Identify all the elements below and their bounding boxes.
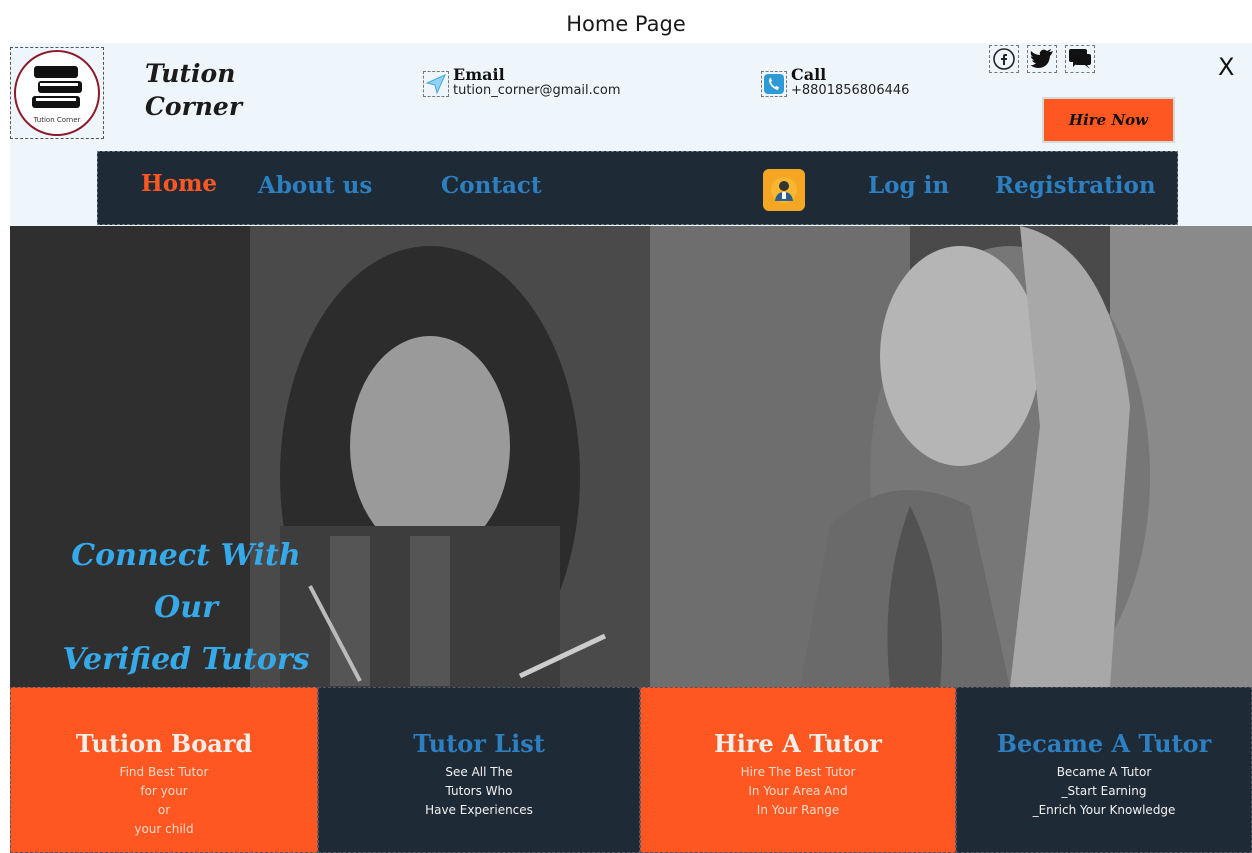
- email-value[interactable]: tution_corner@gmail.com: [453, 83, 621, 98]
- feature-desc-line: or: [157, 803, 171, 817]
- logo[interactable]: Tution Corner: [10, 47, 104, 139]
- logo-circle: Tution Corner: [14, 50, 100, 136]
- feature-desc-line: Tutors Who: [445, 784, 513, 798]
- header: Tution Corner Tution Corner Email tution…: [10, 43, 1252, 226]
- feature-title: Tution Board: [75, 729, 253, 758]
- facebook-icon[interactable]: [989, 45, 1019, 73]
- twitter-icon[interactable]: [1027, 45, 1057, 73]
- nav-registration[interactable]: Registration: [995, 172, 1156, 199]
- feature-desc: Find Best Tutor for your or your child: [11, 763, 317, 839]
- feature-title: Hire A Tutor: [714, 729, 882, 758]
- close-button[interactable]: X: [1218, 53, 1234, 81]
- hire-now-button[interactable]: Hire Now: [1042, 97, 1175, 143]
- nav-contact[interactable]: Contact: [441, 172, 542, 199]
- hero-line-2: Our: [154, 590, 218, 625]
- feature-card-become-tutor[interactable]: Became A Tutor Became A Tutor _Start Ear…: [956, 687, 1252, 853]
- feature-card-tutor-list[interactable]: Tutor List See All The Tutors Who Have E…: [318, 687, 640, 853]
- brand-line-2: Corner: [145, 92, 242, 121]
- feature-desc-line: In Your Range: [756, 803, 840, 817]
- call-contact: Call +8801856806446: [761, 67, 909, 98]
- feature-desc-line: Hire The Best Tutor: [740, 765, 856, 779]
- feature-title: Tutor List: [413, 729, 545, 758]
- hero-line-3: Verified Tutors: [62, 642, 310, 677]
- feature-desc-line: Became A Tutor: [1056, 765, 1152, 779]
- feature-desc: See All The Tutors Who Have Experiences: [319, 763, 639, 820]
- feature-desc-line: In Your Area And: [748, 784, 848, 798]
- hero-tagline: Connect With Our Verified Tutors: [36, 530, 336, 686]
- feature-desc-line: Find Best Tutor: [119, 765, 209, 779]
- feature-desc: Became A Tutor _Start Earning _Enrich Yo…: [957, 763, 1251, 820]
- social-links: [989, 45, 1095, 73]
- logo-text: Tution Corner: [33, 116, 81, 124]
- feature-cards: Tution Board Find Best Tutor for your or…: [10, 687, 1252, 853]
- chat-icon[interactable]: [1065, 45, 1095, 73]
- call-value[interactable]: +8801856806446: [791, 83, 909, 98]
- window-title: Home Page: [566, 12, 686, 36]
- feature-title: Became A Tutor: [996, 729, 1212, 758]
- brand-name: Tution Corner: [145, 57, 242, 123]
- nav-login[interactable]: Log in: [868, 172, 949, 199]
- hero-banner: Connect With Our Verified Tutors: [10, 226, 1252, 687]
- nav-about[interactable]: About us: [258, 172, 372, 199]
- navbar: Home About us Contact Log in Registratio…: [97, 151, 1178, 225]
- feature-desc-line: See All The: [445, 765, 513, 779]
- feature-card-hire-tutor[interactable]: Hire A Tutor Hire The Best Tutor In Your…: [640, 687, 956, 853]
- feature-desc-line: _Enrich Your Knowledge: [1032, 803, 1176, 817]
- send-icon: [423, 71, 449, 97]
- feature-card-tution-board[interactable]: Tution Board Find Best Tutor for your or…: [10, 687, 318, 853]
- email-contact: Email tution_corner@gmail.com: [423, 67, 621, 98]
- nav-home[interactable]: Home: [141, 170, 217, 197]
- email-label: Email: [453, 65, 505, 84]
- brand-line-1: Tution: [145, 59, 236, 88]
- feature-desc-line: _Start Earning: [1061, 784, 1147, 798]
- hero-line-1: Connect With: [71, 538, 301, 573]
- call-label: Call: [791, 65, 827, 84]
- feature-desc-line: your child: [134, 822, 194, 836]
- phone-icon: [761, 71, 787, 97]
- feature-desc-line: for your: [140, 784, 188, 798]
- feature-desc: Hire The Best Tutor In Your Area And In …: [641, 763, 955, 820]
- feature-desc-line: Have Experiences: [425, 803, 533, 817]
- user-avatar-icon[interactable]: [763, 169, 805, 211]
